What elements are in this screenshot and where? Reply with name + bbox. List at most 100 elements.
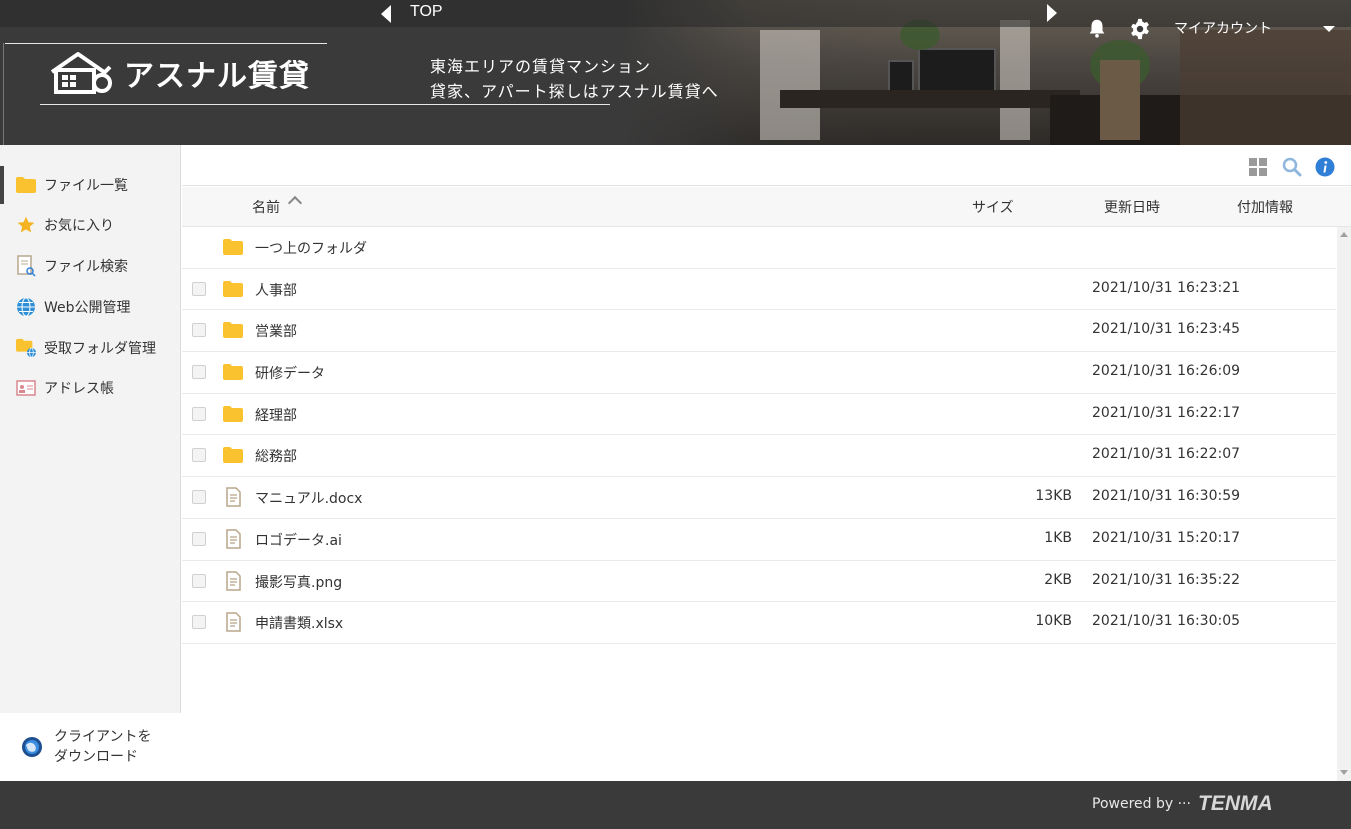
row-checkbox[interactable] xyxy=(192,323,206,338)
row-name: 申請書類.xlsx xyxy=(255,616,344,633)
folder-icon xyxy=(223,405,243,422)
client-download-button[interactable]: クライアントを ダウンロード xyxy=(0,713,181,781)
folder-icon xyxy=(223,364,243,381)
table-header: 名前 サイズ 更新日時 付加情報 xyxy=(182,187,1351,227)
folder-icon xyxy=(223,322,243,339)
row-checkbox[interactable] xyxy=(192,573,206,588)
folder-icon xyxy=(223,447,243,464)
scroll-up-arrow-icon[interactable] xyxy=(1340,232,1348,237)
row-checkbox[interactable] xyxy=(192,531,206,546)
table-row[interactable]: 営業部 2021/10/31 16:23:45 xyxy=(182,310,1336,353)
table-row[interactable]: 申請書類.xlsx 10KB 2021/10/31 16:30:05 xyxy=(182,602,1336,644)
document-icon xyxy=(226,570,241,591)
row-name: 研修データ xyxy=(255,366,325,383)
next-arrow-icon[interactable] xyxy=(1047,4,1057,22)
file-search-icon xyxy=(16,255,36,277)
my-account-menu[interactable]: マイアカウント xyxy=(1174,18,1272,38)
document-icon xyxy=(226,487,241,507)
sidebar-item-label: 受取フォルダ管理 xyxy=(44,341,156,357)
header: TOP アスナル賃貸 東海エリアの賃貸マンション 貸家、アパート探しはアスナル賃… xyxy=(0,0,1351,145)
row-size: 10KB xyxy=(1035,613,1072,630)
row-checkbox[interactable] xyxy=(192,406,206,421)
table-row[interactable]: ロゴデータ.ai 1KB 2021/10/31 15:20:17 xyxy=(182,519,1336,561)
table-row[interactable]: 総務部 2021/10/31 16:22:07 xyxy=(182,435,1336,478)
sidebar-item-file-search[interactable]: ファイル検索 xyxy=(0,247,181,285)
parent-folder-label: 一つ上のフォルダ xyxy=(255,241,367,257)
info-icon[interactable] xyxy=(1315,157,1335,177)
chevron-down-icon[interactable] xyxy=(1323,26,1335,32)
document-icon xyxy=(226,612,241,632)
row-name: 撮影写真.png xyxy=(255,574,343,591)
tagline-line-1: 東海エリアの賃貸マンション xyxy=(430,57,652,76)
row-updated: 2021/10/31 16:22:07 xyxy=(1092,446,1241,463)
column-header-size[interactable]: サイズ xyxy=(972,197,1014,217)
logo-text: アスナル賃貸 xyxy=(124,59,310,94)
divider xyxy=(5,43,327,44)
parent-folder-row[interactable]: 一つ上のフォルダ xyxy=(182,227,1336,269)
sidebar-item-label: お気に入り xyxy=(44,218,114,234)
house-logo-icon xyxy=(50,52,112,94)
sidebar-item-label: ファイル一覧 xyxy=(44,178,128,194)
scroll-down-arrow-icon[interactable] xyxy=(1340,770,1348,775)
sidebar-item-address-book[interactable]: アドレス帳 xyxy=(0,369,181,407)
grid-view-icon[interactable] xyxy=(1248,157,1268,177)
footer: Powered by ··· TENMA xyxy=(0,781,1351,829)
client-globe-icon xyxy=(22,737,42,757)
sidebar-item-label: アドレス帳 xyxy=(44,381,114,397)
table-row[interactable]: 経理部 2021/10/31 16:22:17 xyxy=(182,394,1336,436)
column-header-info[interactable]: 付加情報 xyxy=(1237,197,1293,217)
powered-by-label: Powered by ··· xyxy=(1092,796,1191,812)
folder-globe-icon xyxy=(16,338,36,358)
sidebar-item-label: Web公開管理 xyxy=(44,300,131,316)
tenma-logo: TENMA xyxy=(1198,792,1273,815)
folder-icon xyxy=(16,175,36,195)
row-name: 経理部 xyxy=(255,407,297,424)
client-download-label: クライアントを xyxy=(54,729,152,745)
folder-icon xyxy=(223,239,243,255)
tagline: 東海エリアの賃貸マンション 貸家、アパート探しはアスナル賃貸へ xyxy=(430,54,719,104)
row-updated: 2021/10/31 16:26:09 xyxy=(1092,363,1241,380)
table-row[interactable]: マニュアル.docx 13KB 2021/10/31 16:30:59 xyxy=(182,477,1336,519)
sidebar-item-web-publish[interactable]: Web公開管理 xyxy=(0,288,181,326)
row-checkbox[interactable] xyxy=(192,490,206,505)
folder-icon xyxy=(223,280,243,297)
star-icon xyxy=(16,215,36,235)
prev-arrow-icon[interactable] xyxy=(381,5,391,23)
divider xyxy=(40,104,610,105)
row-name: 総務部 xyxy=(255,449,297,466)
table-row[interactable]: 撮影写真.png 2KB 2021/10/31 16:35:22 xyxy=(182,561,1336,603)
row-updated: 2021/10/31 16:30:59 xyxy=(1092,488,1241,505)
bell-icon[interactable] xyxy=(1086,17,1108,39)
row-name: 人事部 xyxy=(255,282,297,299)
row-checkbox[interactable] xyxy=(192,615,206,630)
address-card-icon xyxy=(16,378,36,398)
row-updated: 2021/10/31 15:20:17 xyxy=(1092,529,1241,546)
column-header-name[interactable]: 名前 xyxy=(252,197,280,217)
table-row[interactable]: 人事部 2021/10/31 16:23:21 xyxy=(182,269,1336,311)
row-updated: 2021/10/31 16:22:17 xyxy=(1092,404,1241,421)
row-updated: 2021/10/31 16:35:22 xyxy=(1092,571,1241,588)
globe-icon xyxy=(16,297,36,317)
column-header-updated[interactable]: 更新日時 xyxy=(1104,197,1160,217)
tagline-line-2: 貸家、アパート探しはアスナル賃貸へ xyxy=(430,82,719,101)
row-name: マニュアル.docx xyxy=(255,491,363,508)
sidebar-item-receive-folder[interactable]: 受取フォルダ管理 xyxy=(0,329,181,367)
row-checkbox[interactable] xyxy=(192,365,206,380)
client-download-label: ダウンロード xyxy=(54,749,138,765)
row-size: 13KB xyxy=(1035,488,1072,505)
gear-icon[interactable] xyxy=(1129,18,1151,40)
row-checkbox[interactable] xyxy=(192,281,206,296)
search-icon[interactable] xyxy=(1282,157,1302,177)
row-name: ロゴデータ.ai xyxy=(255,532,342,549)
row-updated: 2021/10/31 16:23:45 xyxy=(1092,321,1241,338)
row-size: 2KB xyxy=(1044,571,1072,588)
sidebar-item-file-list[interactable]: ファイル一覧 xyxy=(0,166,181,204)
table-row[interactable]: 研修データ 2021/10/31 16:26:09 xyxy=(182,352,1336,394)
sidebar-item-label: ファイル検索 xyxy=(44,259,128,275)
site-logo[interactable]: アスナル賃貸 xyxy=(48,50,310,96)
sidebar: ファイル一覧 お気に入り ファイル検索 Web公開管理 受取フォルダ管理 アドレ… xyxy=(0,145,181,781)
row-checkbox[interactable] xyxy=(192,448,206,463)
scrollbar[interactable] xyxy=(1337,227,1351,781)
sidebar-item-favorites[interactable]: お気に入り xyxy=(0,206,181,244)
top-link[interactable]: TOP xyxy=(410,3,443,21)
